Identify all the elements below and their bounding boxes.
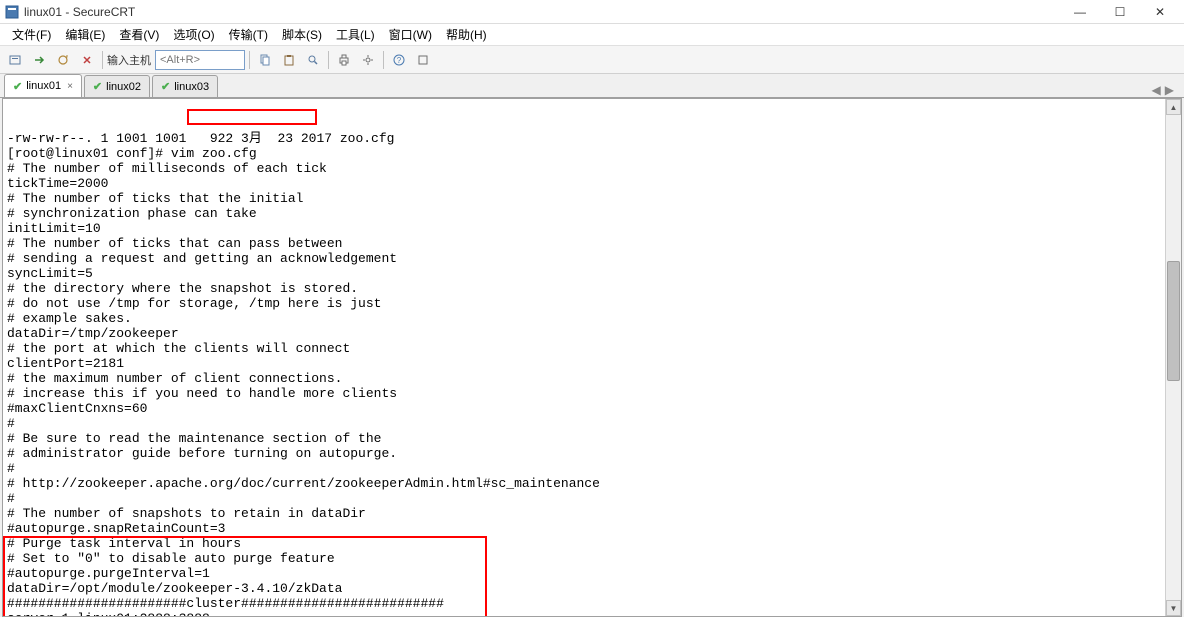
disconnect-icon[interactable] [76, 49, 98, 71]
terminal-line: # sending a request and getting an ackno… [7, 251, 1161, 266]
terminal-line: dataDir=/opt/module/zookeeper-3.4.10/zkD… [7, 581, 1161, 596]
toolbar: 输入主机 ? [0, 46, 1184, 74]
menu-window[interactable]: 窗口(W) [383, 24, 438, 45]
terminal-line: # Purge task interval in hours [7, 536, 1161, 551]
maximize-button[interactable]: ☐ [1100, 0, 1140, 24]
terminal-container: -rw-rw-r--. 1 1001 1001 922 3月 23 2017 z… [2, 98, 1182, 617]
menu-script[interactable]: 脚本(S) [276, 24, 328, 45]
close-button[interactable]: ✕ [1140, 0, 1180, 24]
terminal-line: # the directory where the snapshot is st… [7, 281, 1161, 296]
scroll-track[interactable] [1166, 115, 1181, 600]
tabbar-right-controls: ◀ ▶ [1152, 83, 1180, 97]
terminal-line: #autopurge.purgeInterval=1 [7, 566, 1161, 581]
help-icon[interactable]: ? [388, 49, 410, 71]
svg-text:?: ? [397, 56, 402, 65]
tab-status-icon: ✔ [93, 80, 102, 93]
tab-nav-right-icon[interactable]: ▶ [1165, 83, 1174, 97]
toolbar-separator [249, 51, 250, 69]
terminal-line: # The number of milliseconds of each tic… [7, 161, 1161, 176]
reconnect-icon[interactable] [52, 49, 74, 71]
terminal-line: # increase this if you need to handle mo… [7, 386, 1161, 401]
scroll-up-button[interactable]: ▲ [1166, 99, 1181, 115]
terminal-line: # The number of ticks that can pass betw… [7, 236, 1161, 251]
tab-bar: ✔ linux01 × ✔ linux02 ✔ linux03 ◀ ▶ [0, 74, 1184, 98]
tab-label: linux03 [174, 81, 209, 93]
host-input-label: 输入主机 [107, 52, 151, 68]
toolbar-separator [328, 51, 329, 69]
tab-linux01[interactable]: ✔ linux01 × [4, 74, 82, 97]
menu-help[interactable]: 帮助(H) [440, 24, 493, 45]
vertical-scrollbar: ▲ ▼ [1165, 99, 1181, 616]
terminal-line: # administrator guide before turning on … [7, 446, 1161, 461]
menu-edit[interactable]: 编辑(E) [59, 24, 111, 45]
print-icon[interactable] [333, 49, 355, 71]
tab-close-icon[interactable]: × [67, 81, 73, 92]
window-controls: — ☐ ✕ [1060, 0, 1180, 24]
terminal-line: # do not use /tmp for storage, /tmp here… [7, 296, 1161, 311]
terminal-line: # the maximum number of client connectio… [7, 371, 1161, 386]
terminal-line: # [7, 416, 1161, 431]
toolbar-separator [383, 51, 384, 69]
terminal-line: #maxClientCnxns=60 [7, 401, 1161, 416]
minimize-button[interactable]: — [1060, 0, 1100, 24]
terminal-line: # the port at which the clients will con… [7, 341, 1161, 356]
terminal-line: # The number of ticks that the initial [7, 191, 1161, 206]
tab-linux02[interactable]: ✔ linux02 [84, 75, 150, 97]
terminal-line: initLimit=10 [7, 221, 1161, 236]
menu-options[interactable]: 选项(O) [167, 24, 220, 45]
terminal-line: dataDir=/tmp/zookeeper [7, 326, 1161, 341]
app-icon [4, 4, 20, 20]
menu-bar: 文件(F) 编辑(E) 查看(V) 选项(O) 传输(T) 脚本(S) 工具(L… [0, 24, 1184, 46]
terminal-line: # example sakes. [7, 311, 1161, 326]
terminal-line: # [7, 491, 1161, 506]
toolbar-separator [102, 51, 103, 69]
terminal-line: # The number of snapshots to retain in d… [7, 506, 1161, 521]
terminal-line: # Be sure to read the maintenance sectio… [7, 431, 1161, 446]
scroll-thumb[interactable] [1167, 261, 1180, 381]
terminal-line: # http://zookeeper.apache.org/doc/curren… [7, 476, 1161, 491]
terminal-output[interactable]: -rw-rw-r--. 1 1001 1001 922 3月 23 2017 z… [3, 99, 1165, 616]
settings-icon[interactable] [357, 49, 379, 71]
menu-tools[interactable]: 工具(L) [330, 24, 381, 45]
terminal-line: #######################cluster##########… [7, 596, 1161, 611]
terminal-line: # synchronization phase can take [7, 206, 1161, 221]
tab-label: linux01 [26, 80, 61, 92]
terminal-line: [root@linux01 conf]# vim zoo.cfg [7, 146, 1161, 161]
tab-label: linux02 [106, 81, 141, 93]
terminal-line: syncLimit=5 [7, 266, 1161, 281]
host-input[interactable] [155, 50, 245, 70]
window-title: linux01 - SecureCRT [24, 5, 1060, 19]
terminal-line: # [7, 461, 1161, 476]
highlight-box-command [187, 109, 317, 125]
tab-status-icon: ✔ [161, 80, 170, 93]
terminal-line: -rw-rw-r--. 1 1001 1001 922 3月 23 2017 z… [7, 131, 1161, 146]
scroll-down-button[interactable]: ▼ [1166, 600, 1181, 616]
menu-view[interactable]: 查看(V) [113, 24, 165, 45]
quick-connect-icon[interactable] [28, 49, 50, 71]
find-icon[interactable] [302, 49, 324, 71]
menu-file[interactable]: 文件(F) [6, 24, 57, 45]
terminal-line: #autopurge.snapRetainCount=3 [7, 521, 1161, 536]
title-bar: linux01 - SecureCRT — ☐ ✕ [0, 0, 1184, 24]
terminal-line: tickTime=2000 [7, 176, 1161, 191]
copy-icon[interactable] [254, 49, 276, 71]
menu-transfer[interactable]: 传输(T) [223, 24, 274, 45]
terminal-line: server.1=linux01:2888:3888 [7, 611, 1161, 616]
terminal-line: clientPort=2181 [7, 356, 1161, 371]
tab-nav-left-icon[interactable]: ◀ [1152, 83, 1161, 97]
terminal-line: # Set to "0" to disable auto purge featu… [7, 551, 1161, 566]
connect-icon[interactable] [4, 49, 26, 71]
tab-linux03[interactable]: ✔ linux03 [152, 75, 218, 97]
tab-status-icon: ✔ [13, 80, 22, 93]
paste-icon[interactable] [278, 49, 300, 71]
about-icon[interactable] [412, 49, 434, 71]
